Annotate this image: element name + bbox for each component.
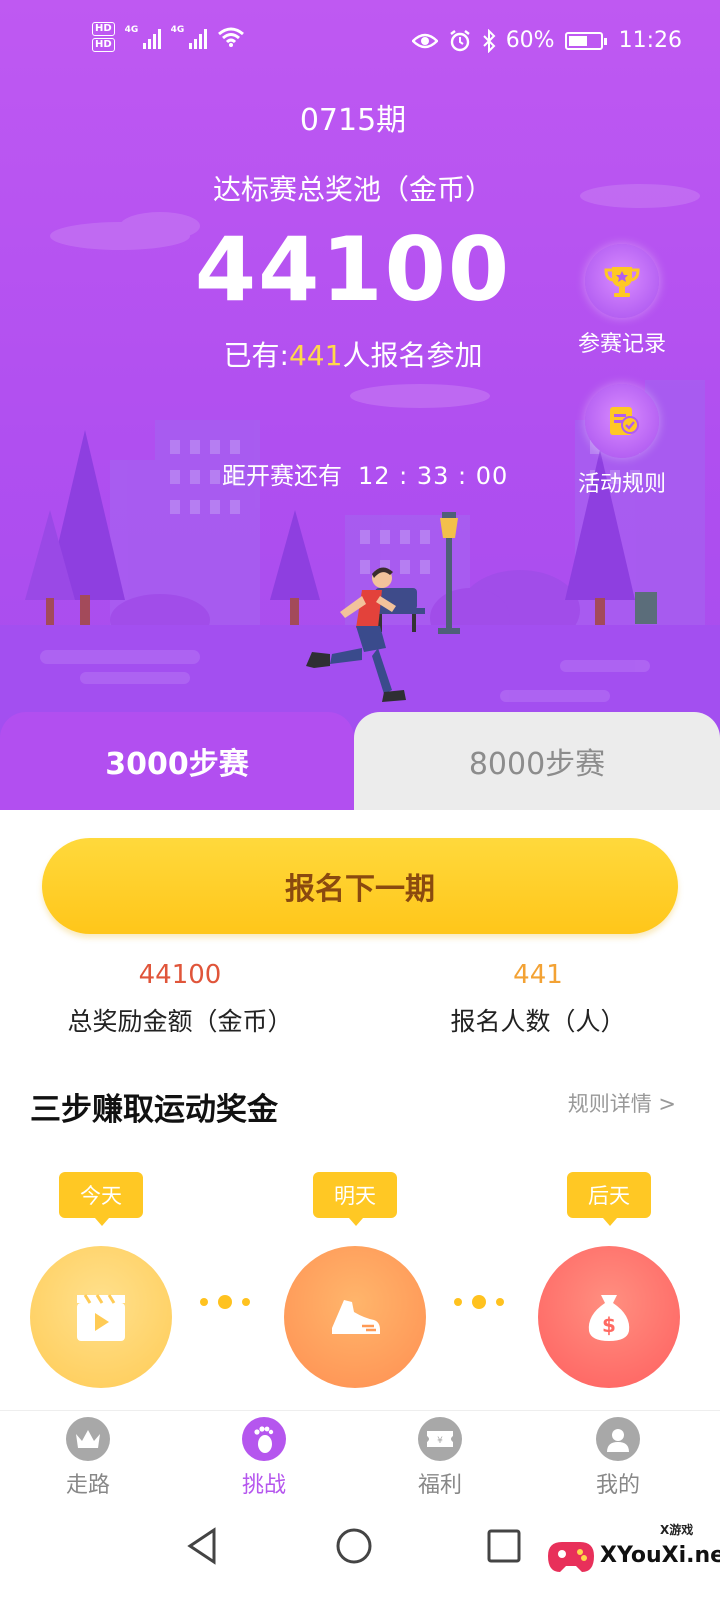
watermark-small: X游戏: [660, 1522, 693, 1537]
signup-next-period-button[interactable]: 报名下一期: [42, 838, 678, 934]
rules-document-icon: [610, 407, 639, 435]
watermark-site: XYouXi.net: [600, 1543, 720, 1568]
network-type-2: 4G: [170, 25, 185, 35]
rules-label: 活动规则: [577, 472, 666, 497]
cell-signal-icon: 4G: [125, 25, 161, 49]
total-reward-stat: 44100 总奖励金额（金币）: [40, 960, 320, 1038]
signup-suffix: 人报名参加: [342, 339, 483, 372]
nav-challenge[interactable]: 挑战: [204, 1417, 324, 1499]
home-circle-icon[interactable]: [334, 1526, 374, 1566]
step-connector-dots: [200, 1295, 250, 1309]
bottom-navigation: 走路 挑战 ¥ 福利 我的: [0, 1410, 720, 1506]
records-label: 参赛记录: [577, 332, 666, 357]
tab-3000-steps[interactable]: 3000步赛: [0, 712, 354, 810]
step-day-badge: 今天: [59, 1172, 143, 1226]
xyouxi-logo: X游戏 XYouXi.net: [548, 1522, 720, 1572]
period-number: 0715期: [299, 103, 407, 138]
battery-percent: 60%: [505, 28, 555, 53]
signup-count-label: 报名人数（人）: [450, 1007, 626, 1036]
site-watermark: X游戏 XYouXi.net: [540, 1512, 720, 1592]
money-bag-icon: $: [588, 1295, 630, 1341]
countdown-label: 距开赛还有: [222, 462, 342, 490]
hero-banner: HD HD 4G 4G 60% 11:26 0715期 达标赛总奖池（金币） 4…: [0, 0, 720, 810]
nav-mine[interactable]: 我的: [558, 1417, 678, 1499]
cell-signal-icon-2: 4G: [171, 25, 207, 49]
countdown: 距开赛还有 12 : 33 : 00: [222, 456, 508, 491]
wifi-icon: [217, 27, 244, 47]
svg-text:$: $: [602, 1313, 616, 1337]
steps-section-title: 三步赚取运动奖金: [30, 1092, 278, 1128]
signup-count-stat: 441 报名人数（人）: [418, 960, 658, 1038]
coupon-icon: ¥: [427, 1431, 453, 1447]
eye-icon: [411, 33, 438, 48]
hd-indicators: HD HD: [92, 22, 115, 52]
step-day-badge: 后天: [567, 1172, 651, 1226]
rules-detail-link[interactable]: 规则详情 >: [568, 1088, 676, 1118]
signup-prefix: 已有:: [223, 339, 289, 372]
main-content: 报名下一期 44100 总奖励金额（金币） 441 报名人数（人） 三步赚取运动…: [0, 810, 720, 1410]
step-today: 今天: [30, 1172, 172, 1388]
running-shoe-icon: [332, 1300, 380, 1334]
crown-icon: [76, 1430, 100, 1448]
battery-icon: [564, 31, 607, 50]
status-bar: HD HD 4G 4G 60% 11:26: [0, 0, 720, 90]
countdown-time: 12 : 33 : 00: [358, 462, 509, 490]
trophy-icon: [604, 267, 640, 297]
clock: 11:26: [618, 28, 682, 53]
user-icon: [607, 1429, 629, 1452]
footprint-icon: [254, 1426, 274, 1453]
total-reward-value: 44100: [138, 960, 222, 990]
nav-label: 走路: [65, 1473, 110, 1498]
step-connector-dots: [454, 1295, 504, 1309]
bluetooth-icon: [482, 28, 496, 53]
prize-pool-label: 达标赛总奖池（金币）: [212, 173, 493, 206]
network-type-1: 4G: [124, 25, 139, 35]
nav-welfare[interactable]: ¥ 福利: [380, 1417, 500, 1499]
total-reward-label: 总奖励金额（金币）: [67, 1007, 293, 1036]
signup-count-value: 441: [513, 960, 563, 990]
nav-label: 挑战: [241, 1473, 286, 1498]
recents-square-icon[interactable]: [486, 1528, 522, 1564]
step-day-badge: 明天: [313, 1172, 397, 1226]
alarm-icon: [449, 29, 470, 51]
tab-8000-steps[interactable]: 8000步赛: [354, 712, 720, 810]
nav-label: 福利: [417, 1473, 462, 1498]
step-tomorrow: 明天: [284, 1172, 426, 1388]
hd-badge-2: HD: [92, 38, 115, 52]
hd-badge-1: HD: [92, 22, 115, 36]
video-play-icon: [77, 1294, 125, 1341]
nav-walk[interactable]: 走路: [28, 1417, 148, 1499]
svg-text:¥: ¥: [437, 1436, 443, 1446]
back-triangle-icon[interactable]: [184, 1526, 220, 1566]
rules-button[interactable]: 活动规则: [562, 384, 682, 498]
signup-count: 441: [288, 339, 343, 372]
step-day-after-tomorrow: 后天 $: [538, 1172, 680, 1388]
nav-label: 我的: [595, 1473, 640, 1498]
records-button[interactable]: 参赛记录: [562, 244, 682, 358]
